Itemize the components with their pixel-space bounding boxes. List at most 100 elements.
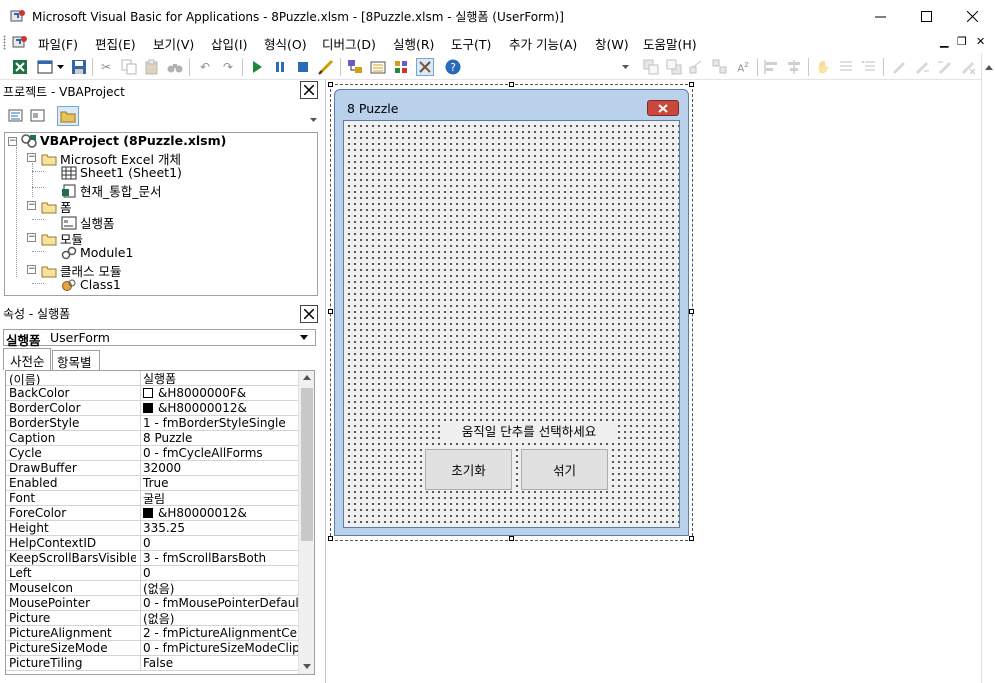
tree-item-sheet1[interactable]: Sheet1 (Sheet1)	[61, 165, 182, 180]
reset-puzzle-button[interactable]: 초기화	[425, 449, 512, 490]
paste-button[interactable]	[143, 58, 161, 76]
design-mode-button[interactable]	[317, 58, 335, 76]
tree-item-class1[interactable]: Class1	[61, 277, 121, 292]
menu-file[interactable]: 파일(F)	[38, 34, 78, 53]
property-value[interactable]: 0 - fmMousePointerDefault	[140, 596, 298, 610]
property-value[interactable]: 굴림	[140, 491, 298, 505]
view-object-button[interactable]	[30, 108, 48, 126]
bring-to-front-button[interactable]	[642, 58, 660, 76]
toggle-folders-button[interactable]	[57, 106, 79, 126]
zoom-button[interactable]: ✋	[814, 58, 832, 76]
menu-window[interactable]: 창(W)	[595, 34, 629, 53]
resize-handle[interactable]	[509, 536, 514, 541]
toolbar-options[interactable]	[310, 106, 320, 126]
tree-item-module1[interactable]: Module1	[61, 245, 133, 260]
copy-button[interactable]	[120, 58, 138, 76]
toolbox-button[interactable]	[416, 58, 434, 76]
reset-button[interactable]	[294, 58, 312, 76]
property-value[interactable]: False	[140, 656, 298, 670]
property-value[interactable]: 8 Puzzle	[140, 431, 298, 445]
userform-canvas[interactable]: 움직일 단추를 선택하세요 초기화 섞기	[343, 120, 680, 528]
property-value[interactable]: 실행폼	[140, 371, 298, 385]
object-selector[interactable]: 실행폼 UserForm	[3, 329, 316, 348]
project-explorer-button[interactable]	[346, 58, 364, 76]
comment-block-button[interactable]	[837, 58, 855, 76]
property-value[interactable]: (없음)	[140, 611, 298, 625]
userform-window[interactable]: 8 Puzzle 움직일 단추를 선택하세요 초기화 섞기	[334, 89, 689, 536]
property-value[interactable]: 0	[140, 536, 298, 550]
uncomment-block-button[interactable]	[860, 58, 878, 76]
toggle-bookmark-button[interactable]	[890, 58, 908, 76]
scrollbar-thumb[interactable]	[301, 388, 313, 541]
collapse-toggle[interactable]: −	[27, 201, 36, 210]
resize-handle[interactable]	[689, 309, 694, 314]
property-value[interactable]: 0	[140, 566, 298, 580]
mdi-minimize-button[interactable]: ▁	[940, 35, 948, 48]
help-button[interactable]: ?	[444, 58, 462, 76]
menu-edit[interactable]: 편집(E)	[95, 34, 136, 53]
minimize-button[interactable]	[857, 0, 903, 32]
property-row[interactable]: Left 0	[6, 566, 298, 581]
userform-close-button[interactable]	[647, 100, 679, 116]
find-button[interactable]	[166, 58, 184, 76]
property-row[interactable]: BorderColor &H80000012&	[6, 401, 298, 416]
menu-format[interactable]: 형식(O)	[264, 34, 307, 53]
undo-button[interactable]: ↶	[196, 58, 214, 76]
property-row[interactable]: PictureTiling False	[6, 656, 298, 671]
menu-run[interactable]: 실행(R)	[393, 34, 434, 53]
next-bookmark-button[interactable]	[913, 58, 931, 76]
properties-scrollbar[interactable]	[298, 371, 314, 674]
property-row[interactable]: (이름) 실행폼	[6, 371, 298, 386]
close-button[interactable]	[949, 0, 995, 32]
properties-close-button[interactable]	[300, 305, 318, 323]
property-row[interactable]: ForeColor &H80000012&	[6, 506, 298, 521]
property-value[interactable]: &H80000012&	[140, 506, 298, 520]
view-code-button[interactable]	[8, 108, 26, 126]
insert-dropdown[interactable]	[55, 58, 65, 76]
designer-scrollbar[interactable]	[981, 53, 995, 683]
resize-handle[interactable]	[509, 82, 514, 87]
instruction-label[interactable]: 움직일 단추를 선택하세요	[444, 421, 614, 440]
property-row[interactable]: DrawBuffer 32000	[6, 461, 298, 476]
run-button[interactable]	[248, 58, 266, 76]
previous-bookmark-button[interactable]	[936, 58, 954, 76]
collapse-toggle[interactable]: −	[8, 137, 17, 146]
menu-grip[interactable]	[3, 35, 6, 50]
menu-tools[interactable]: 도구(T)	[451, 34, 491, 53]
property-value[interactable]: True	[140, 476, 298, 490]
resize-handle[interactable]	[328, 536, 333, 541]
tree-item-thisworkbook[interactable]: 현재_통합_문서	[61, 181, 162, 200]
ungroup-button[interactable]	[711, 58, 729, 76]
mdi-restore-button[interactable]: ❐	[957, 35, 967, 48]
resize-handle[interactable]	[328, 82, 333, 87]
group-button[interactable]	[688, 58, 706, 76]
menu-help[interactable]: 도움말(H)	[643, 34, 697, 53]
tab-categorized[interactable]: 항목별	[52, 350, 100, 370]
cut-button[interactable]: ✂	[97, 58, 115, 76]
property-value[interactable]: 3 - fmScrollBarsBoth	[140, 551, 298, 565]
collapse-toggle[interactable]: −	[27, 265, 36, 274]
property-row[interactable]: KeepScrollBarsVisible 3 - fmScrollBarsBot…	[6, 551, 298, 566]
maximize-button[interactable]	[903, 0, 949, 32]
property-row[interactable]: Picture (없음)	[6, 611, 298, 626]
property-row[interactable]: MouseIcon (없음)	[6, 581, 298, 596]
property-row[interactable]: HelpContextID 0	[6, 536, 298, 551]
clear-bookmarks-button[interactable]	[959, 58, 977, 76]
menu-debug[interactable]: 디버그(D)	[322, 34, 376, 53]
tab-alphabetic[interactable]: 사전순	[3, 348, 51, 370]
property-value[interactable]: &H80000012&	[140, 401, 298, 415]
send-to-back-button[interactable]	[665, 58, 683, 76]
view-excel-button[interactable]	[11, 58, 29, 76]
object-browser-button[interactable]	[392, 58, 410, 76]
property-row[interactable]: Cycle 0 - fmCycleAllForms	[6, 446, 298, 461]
property-value[interactable]: 1 - fmBorderStyleSingle	[140, 416, 298, 430]
resize-handle[interactable]	[689, 536, 694, 541]
properties-window-button[interactable]	[369, 58, 387, 76]
property-value[interactable]: (없음)	[140, 581, 298, 595]
property-row[interactable]: Enabled True	[6, 476, 298, 491]
toolbar-options[interactable]	[620, 58, 630, 76]
resize-handle[interactable]	[328, 309, 333, 314]
collapse-toggle[interactable]: −	[27, 153, 36, 162]
property-row[interactable]: PictureAlignment 2 - fmPictureAlignmentCe…	[6, 626, 298, 641]
save-button[interactable]	[70, 58, 88, 76]
